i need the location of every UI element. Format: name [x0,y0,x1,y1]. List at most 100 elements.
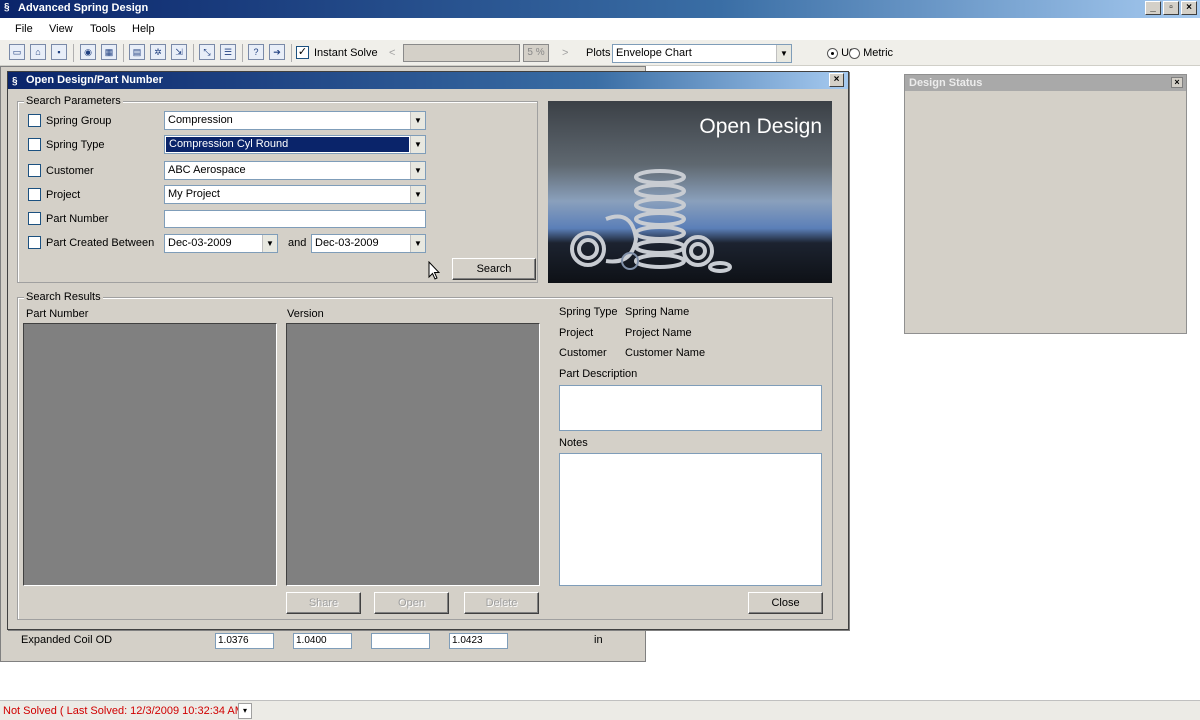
table-icon[interactable]: ▤ [129,44,145,60]
chevron-down-icon[interactable]: ▾ [238,703,252,719]
part-created-label: Part Created Between [46,237,155,249]
close-button[interactable]: Close [748,592,823,614]
open-folder-icon[interactable]: ⌂ [30,44,46,60]
app-title-bar: § Advanced Spring Design _ ▫ × [0,0,1200,18]
radio-metric-dot[interactable] [849,47,860,59]
part-number-checkbox[interactable] [28,212,41,225]
dialog-title: Open Design/Part Number [26,74,163,86]
date-to-picker[interactable]: Dec-03-2009 ▼ [311,234,426,253]
chevron-down-icon[interactable]: ▼ [410,186,425,203]
value-cell[interactable]: 1.0423 [449,633,508,649]
share-button[interactable]: Share [286,592,361,614]
part-number-list[interactable] [23,323,277,586]
spring-type-value: Compression Cyl Round [169,138,289,150]
solve-status-message: Not Solved ( Last Solved: 12/3/2009 10:3… [3,705,251,717]
design-status-title: Design Status [909,77,983,89]
list-icon[interactable]: ☰ [220,44,236,60]
minimize-button[interactable]: _ [1145,1,1161,15]
project-info-label: Project [559,327,594,339]
date-from-picker[interactable]: Dec-03-2009 ▼ [164,234,278,253]
progress-percent: 5 % [523,44,549,62]
expanded-coil-od-row: Expanded Coil OD 1.0376 1.0400 1.0423 in [11,627,635,657]
and-label: and [288,237,307,249]
chevron-down-icon[interactable]: ▼ [410,136,425,153]
customer-info-value: Customer Name [625,347,706,359]
customer-select[interactable]: ABC Aerospace ▼ [164,161,426,180]
part-number-header: Part Number [26,308,89,320]
app-spring-icon: § [4,2,10,13]
project-select[interactable]: My Project ▼ [164,185,426,204]
settings-icon[interactable]: ✲ [150,44,166,60]
close-app-button[interactable]: × [1181,1,1197,15]
progress-prev-button[interactable]: < [389,47,395,59]
spring-type-label: Spring Type [46,139,105,151]
chevron-down-icon[interactable]: ▼ [410,235,425,252]
dialog-spring-icon: § [12,76,18,87]
plots-select[interactable]: Envelope Chart ▼ [612,44,792,63]
menu-help[interactable]: Help [132,23,155,35]
version-list[interactable] [286,323,540,586]
project-checkbox[interactable] [28,188,41,201]
mouse-cursor-icon [428,261,440,280]
search-button[interactable]: Search [452,258,536,280]
help-icon[interactable]: ? [248,44,264,60]
toolbar-separator [123,44,124,62]
value-cell[interactable]: 1.0376 [215,633,274,649]
notes-label: Notes [559,437,588,449]
save-icon[interactable]: ▪ [51,44,67,60]
search-parameters-legend: Search Parameters [24,95,123,107]
part-description-label: Part Description [559,368,638,380]
spring-group-select[interactable]: Compression ▼ [164,111,426,130]
chevron-down-icon[interactable]: ▼ [262,235,277,252]
chevron-down-icon[interactable]: ▼ [410,162,425,179]
spring-group-checkbox[interactable] [28,114,41,127]
instant-solve-checkbox[interactable]: ✓ [296,46,309,59]
value-cell[interactable] [371,633,430,649]
project-info-value: Project Name [625,327,692,339]
chevron-down-icon[interactable]: ▼ [776,45,791,62]
menu-file[interactable]: File [15,23,33,35]
unit-metric-radio[interactable]: Metric [849,47,893,59]
delete-button[interactable]: Delete [464,592,539,614]
unit-label: in [594,634,603,646]
spring-group-value: Compression [168,114,233,126]
forward-icon[interactable]: ➔ [269,44,285,60]
part-description-textarea[interactable] [559,385,822,431]
toolbar-separator [291,44,292,62]
open-button[interactable]: Open [374,592,449,614]
menu-tools[interactable]: Tools [90,23,116,35]
radio-us-dot[interactable] [827,47,838,59]
calculator-icon[interactable]: ▦ [101,44,117,60]
customer-info-label: Customer [559,347,607,359]
design-status-header: Design Status × [905,75,1186,91]
search-parameters-group: Search Parameters Spring Group Compressi… [17,95,538,283]
part-created-checkbox[interactable] [28,236,41,249]
toolbar-separator [242,44,243,62]
date-to-value: Dec-03-2009 [315,237,379,249]
plots-select-value: Envelope Chart [616,47,692,59]
menu-view[interactable]: View [49,23,73,35]
customer-checkbox[interactable] [28,164,41,177]
part-number-input[interactable] [164,210,426,228]
lightbulb-icon[interactable]: ◉ [80,44,96,60]
spring-type-select[interactable]: Compression Cyl Round ▼ [164,135,426,154]
open-design-banner: Open Design [548,101,832,283]
menu-bar: File View Tools Help [0,18,1200,40]
new-file-icon[interactable]: ▭ [9,44,25,60]
restore-button[interactable]: ▫ [1163,1,1179,15]
notes-textarea[interactable] [559,453,822,586]
value-cell[interactable]: 1.0400 [293,633,352,649]
spring-group-label: Spring Group [46,115,112,127]
app-title: Advanced Spring Design [18,2,149,14]
chevron-down-icon[interactable]: ▼ [410,112,425,129]
resize-icon[interactable]: ⤡ [199,44,215,60]
toolbar-separator [193,44,194,62]
search-results-group: Search Results Part Number Version Sprin… [17,291,833,620]
spring-type-checkbox[interactable] [28,138,41,151]
progress-next-button[interactable]: > [562,47,568,59]
close-icon[interactable]: × [1171,77,1183,88]
export-icon[interactable]: ⇲ [171,44,187,60]
dialog-close-button[interactable]: × [829,73,844,87]
toolbar: ▭ ⌂ ▪ ◉ ▦ ▤ ✲ ⇲ ⤡ ☰ ? ➔ ✓ Instant Solve … [0,40,1200,66]
project-label: Project [46,189,81,201]
